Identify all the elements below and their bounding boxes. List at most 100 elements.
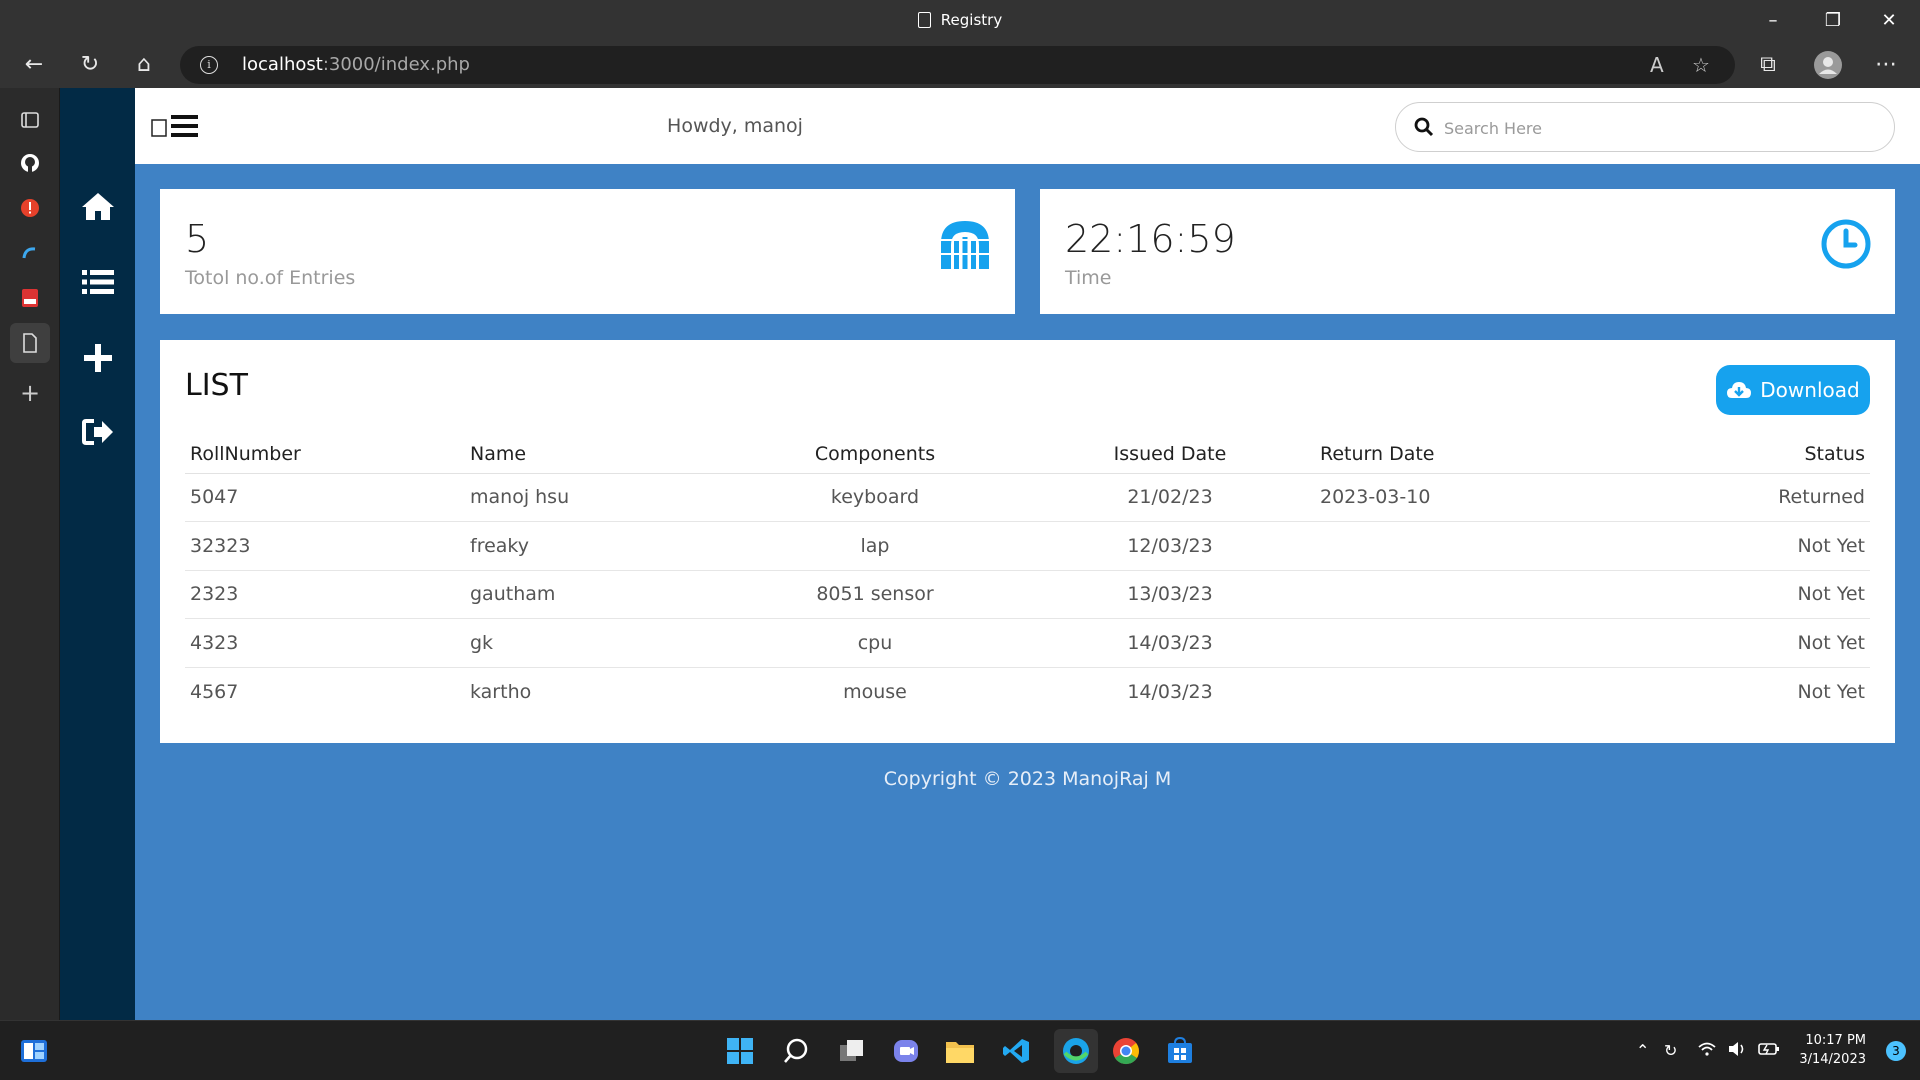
chevron-up-icon[interactable]: ⌃ bbox=[1636, 1041, 1649, 1060]
search-box[interactable] bbox=[1395, 102, 1895, 152]
edge-tab-icon[interactable] bbox=[10, 233, 50, 273]
taskbar: ⌃ ↻ 10:17 PM 3/14/2023 3 bbox=[0, 1020, 1920, 1080]
site-info-icon[interactable]: i bbox=[200, 56, 218, 74]
table-row: 5047 manoj hsu keyboard 21/02/23 2023-03… bbox=[185, 473, 1870, 522]
system-clock[interactable]: 10:17 PM 3/14/2023 bbox=[1799, 1031, 1866, 1069]
cloud-download-icon bbox=[1727, 382, 1752, 398]
list-title: LIST bbox=[185, 368, 248, 403]
chrome-icon[interactable] bbox=[1110, 1035, 1142, 1067]
status-cell: Returned bbox=[1595, 473, 1870, 522]
browser-title-bar: Registry – ❐ ✕ bbox=[0, 0, 1920, 42]
new-tab-icon[interactable]: + bbox=[10, 373, 50, 413]
status-cell: Not Yet bbox=[1595, 618, 1870, 668]
alert-tab-icon[interactable] bbox=[10, 188, 50, 228]
column-header[interactable]: Issued Date bbox=[1025, 435, 1315, 474]
search-taskbar-icon[interactable] bbox=[780, 1035, 812, 1067]
search-input[interactable] bbox=[1444, 115, 1864, 141]
footer-copyright: Copyright © 2023 ManojRaj M bbox=[883, 768, 1172, 790]
battery-icon[interactable] bbox=[1758, 1041, 1780, 1060]
time-value: 22:16:59 bbox=[1065, 217, 1236, 261]
tab-actions-icon[interactable] bbox=[10, 100, 50, 140]
greeting-text: Howdy, manoj bbox=[667, 115, 803, 137]
return-date-cell bbox=[1315, 667, 1595, 716]
column-header[interactable]: RollNumber bbox=[185, 435, 465, 474]
column-header[interactable]: Return Date bbox=[1315, 435, 1595, 474]
name-cell: freaky bbox=[465, 521, 725, 571]
restore-button[interactable]: ❐ bbox=[1810, 8, 1856, 34]
notification-badge[interactable]: 3 bbox=[1886, 1041, 1906, 1061]
browser-toolbar: ← ↻ ⌂ i localhost:3000/index.php A ☆ ⧉ ⋯ bbox=[0, 42, 1920, 88]
collections-icon[interactable]: ⧉ bbox=[1752, 50, 1784, 82]
column-header[interactable]: Components bbox=[725, 435, 1025, 474]
url-host: localhost bbox=[242, 54, 323, 75]
page-icon bbox=[917, 12, 931, 28]
plus-icon[interactable] bbox=[80, 340, 116, 376]
status-cell: Not Yet bbox=[1595, 521, 1870, 571]
window-title: Registry bbox=[0, 11, 1920, 29]
entries-card: 5 Totol no.of Entries bbox=[160, 189, 1015, 314]
time-label: Time bbox=[1065, 267, 1112, 289]
status-cell: Not Yet bbox=[1797, 680, 1865, 703]
return-date-cell bbox=[1315, 618, 1595, 668]
table-row: 4323 gk cpu 14/03/23 Not Yet bbox=[185, 618, 1870, 668]
download-label: Download bbox=[1760, 378, 1860, 402]
task-view-icon[interactable] bbox=[836, 1035, 868, 1067]
clock-time: 10:17 PM bbox=[1805, 1033, 1866, 1048]
profile-avatar[interactable] bbox=[1812, 50, 1844, 82]
component-cell: 8051 sensor bbox=[725, 570, 1025, 619]
column-header[interactable]: Name bbox=[465, 435, 725, 474]
download-button[interactable]: Download bbox=[1716, 365, 1870, 415]
home-icon[interactable] bbox=[80, 188, 116, 224]
table-row: 4567 kartho mouse 14/03/23 Not Yet bbox=[185, 667, 1870, 716]
teams-chat-icon[interactable] bbox=[890, 1035, 922, 1067]
widgets-icon[interactable] bbox=[18, 1035, 50, 1067]
pdf-tab-icon[interactable] bbox=[10, 278, 50, 318]
clock-icon bbox=[1821, 219, 1871, 273]
url-text[interactable]: localhost:3000/index.php bbox=[242, 54, 470, 75]
more-menu-icon[interactable]: ⋯ bbox=[1870, 50, 1902, 82]
edge-taskbar-icon[interactable] bbox=[1054, 1029, 1098, 1073]
roll-number-cell: 4567 bbox=[190, 680, 239, 703]
name-cell: gautham bbox=[465, 570, 725, 619]
github-tab-icon[interactable] bbox=[10, 143, 50, 183]
return-date-cell bbox=[1315, 570, 1595, 619]
name-cell: manoj hsu bbox=[465, 473, 725, 522]
roll-number-cell: 2323 bbox=[185, 570, 465, 619]
store-icon[interactable] bbox=[1164, 1035, 1196, 1067]
refresh-icon[interactable]: ↻ bbox=[74, 50, 106, 82]
name-cell: kartho bbox=[470, 680, 532, 703]
window-title-text: Registry bbox=[940, 11, 1003, 29]
column-header[interactable]: Status bbox=[1595, 435, 1870, 474]
component-cell: mouse bbox=[843, 680, 907, 703]
sync-icon[interactable]: ↻ bbox=[1664, 1041, 1677, 1060]
return-date-cell: 2023-03-10 bbox=[1315, 473, 1595, 522]
app-sidebar bbox=[60, 88, 135, 1020]
file-explorer-icon[interactable] bbox=[944, 1035, 976, 1067]
issued-date-cell: 12/03/23 bbox=[1025, 521, 1315, 571]
read-aloud-icon[interactable]: A bbox=[1650, 53, 1664, 77]
page-viewport: Howdy, manoj 5 Totol no.of Entries 22:16… bbox=[60, 88, 1920, 1020]
back-icon[interactable]: ← bbox=[18, 50, 50, 82]
list-card: LIST Download RollNumber Name Components… bbox=[160, 340, 1895, 743]
issued-date-cell: 14/03/23 bbox=[1025, 618, 1315, 668]
address-bar[interactable]: i localhost:3000/index.php A ☆ bbox=[180, 46, 1735, 84]
logout-icon[interactable] bbox=[80, 414, 116, 450]
home-browser-icon[interactable]: ⌂ bbox=[128, 50, 160, 82]
roll-number-cell: 4323 bbox=[185, 618, 465, 668]
top-header: Howdy, manoj bbox=[135, 88, 1920, 164]
search-icon bbox=[1414, 117, 1434, 141]
issued-date-cell: 13/03/23 bbox=[1025, 570, 1315, 619]
list-icon[interactable] bbox=[80, 264, 116, 300]
start-icon[interactable] bbox=[724, 1035, 756, 1067]
favorites-add-icon[interactable]: ☆ bbox=[1692, 53, 1710, 77]
wifi-icon[interactable] bbox=[1698, 1041, 1716, 1060]
component-cell: cpu bbox=[725, 618, 1025, 668]
close-window-button[interactable]: ✕ bbox=[1866, 8, 1912, 34]
roll-number-cell: 32323 bbox=[185, 521, 465, 571]
registry-tab-icon[interactable] bbox=[10, 323, 50, 363]
volume-icon[interactable] bbox=[1728, 1041, 1748, 1061]
minimize-button[interactable]: – bbox=[1750, 8, 1796, 34]
table-row: 2323 gautham 8051 sensor 13/03/23 Not Ye… bbox=[185, 570, 1870, 619]
issued-date-cell: 21/02/23 bbox=[1025, 473, 1315, 522]
vscode-icon[interactable] bbox=[1000, 1035, 1032, 1067]
